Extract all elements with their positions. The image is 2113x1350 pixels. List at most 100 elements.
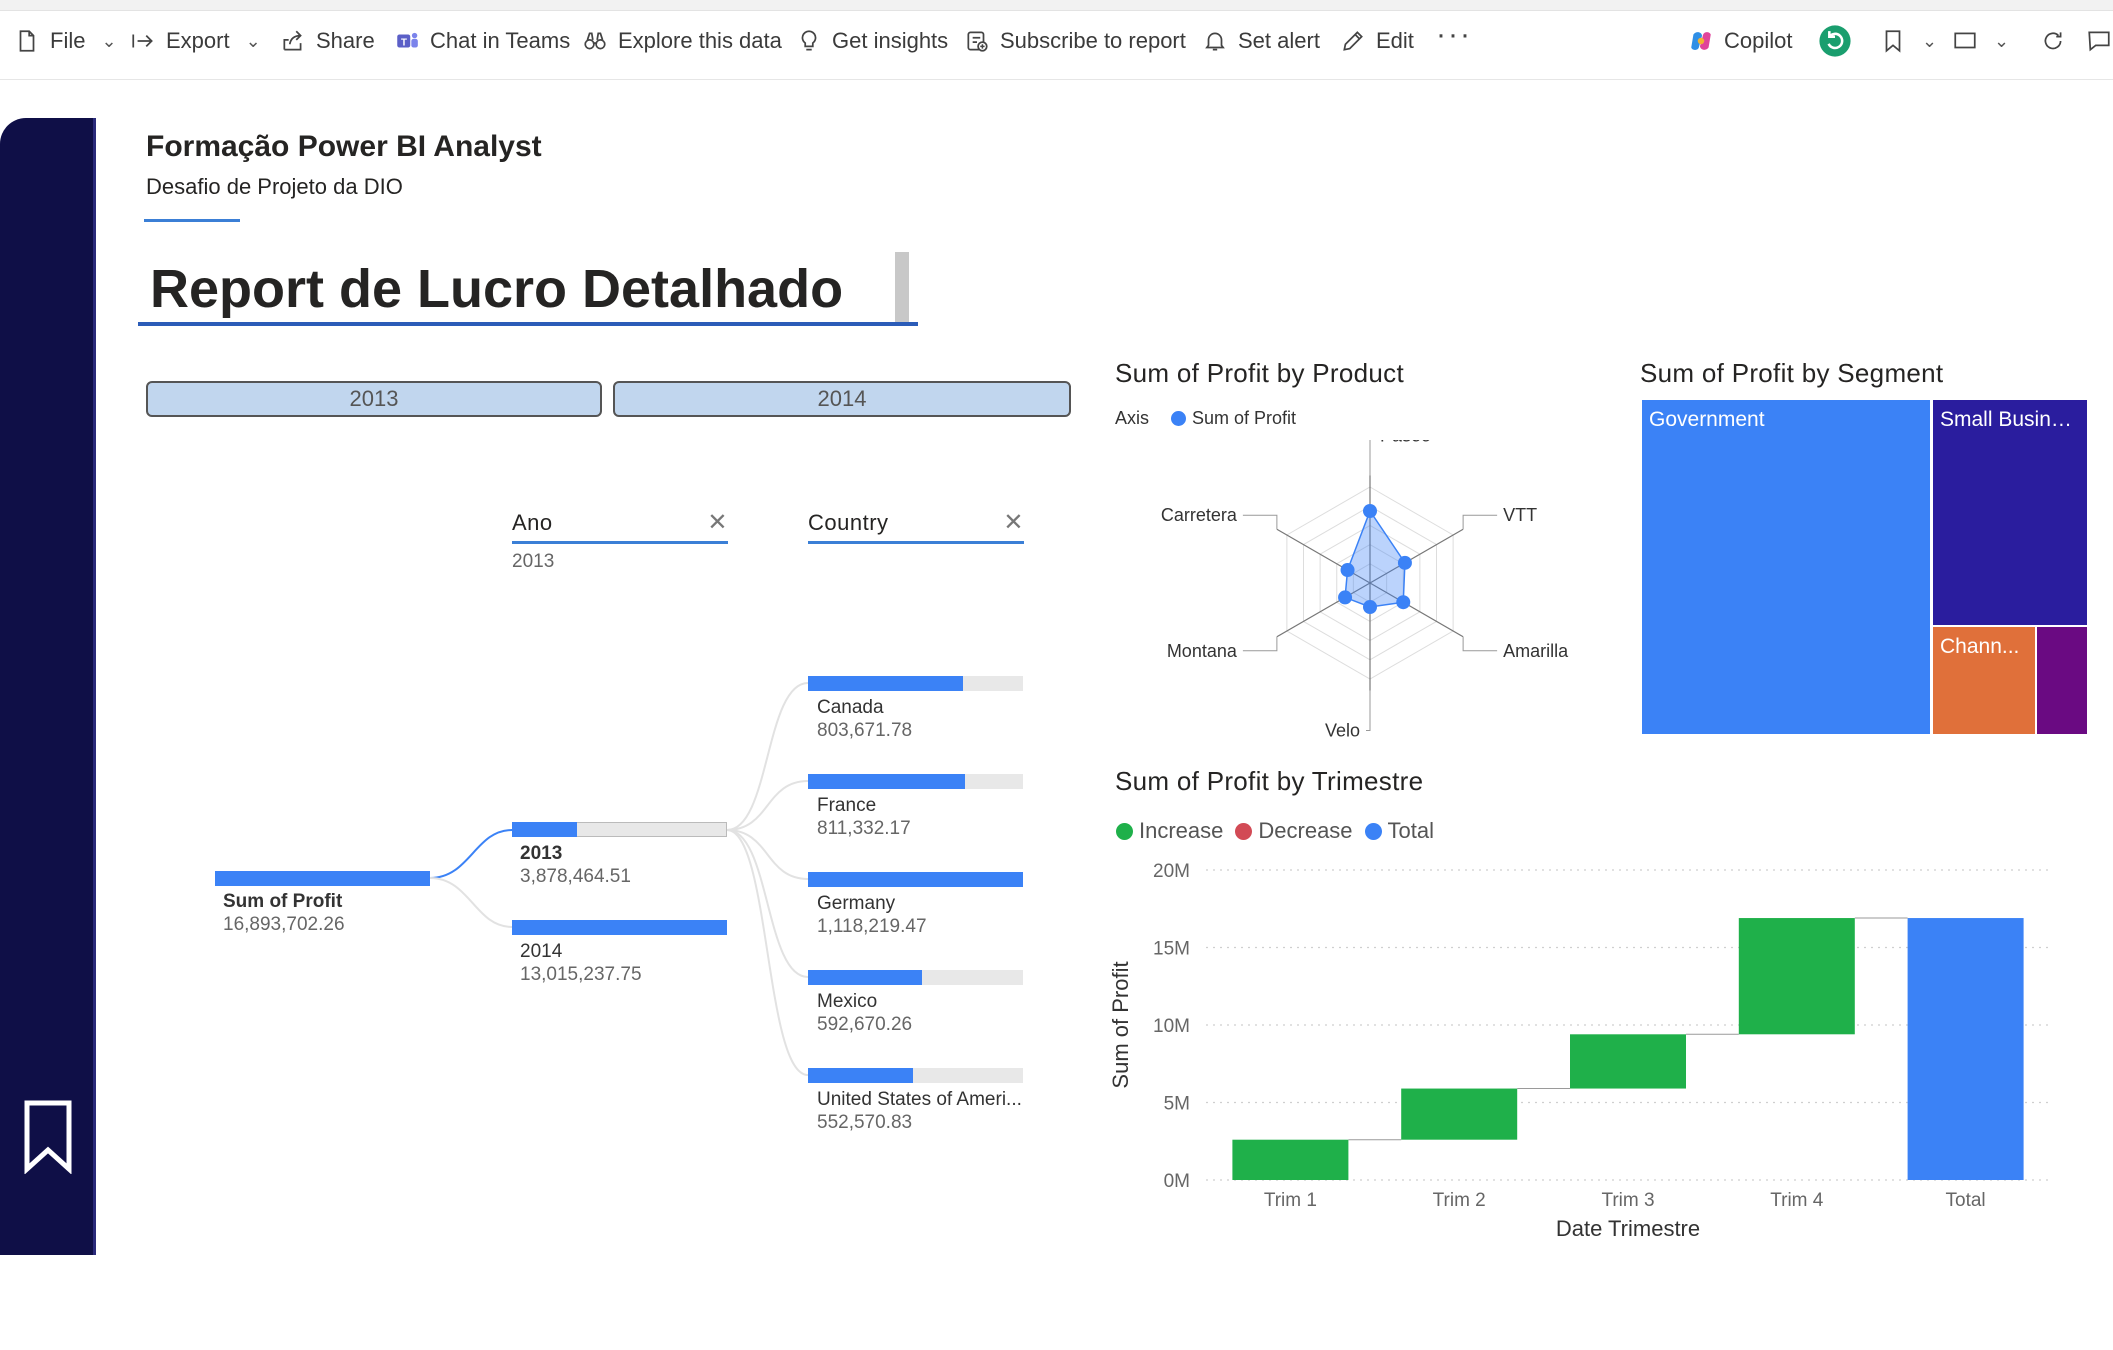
radar-leader-line (1242, 514, 1278, 530)
y-axis-title: Sum of Profit (1110, 961, 1133, 1088)
legend-dot-total (1364, 822, 1382, 840)
radar-leader-line (1462, 636, 1498, 652)
node-label: 2013 (520, 843, 563, 864)
copilot-button[interactable]: Copilot (1688, 25, 1792, 57)
node-bar (512, 822, 577, 837)
legend-axis-label: Axis (1115, 408, 1150, 428)
node-bar (808, 872, 1023, 887)
waterfall-bar (1738, 918, 1855, 1035)
waterfall-chart-title: Sum of Profit by Trimestre (1115, 766, 1424, 796)
node-bar (808, 970, 922, 985)
radar-leader-line (1462, 514, 1498, 530)
root-value: 16,893,702.26 (223, 914, 345, 935)
treemap-cell-other[interactable] (2035, 625, 2089, 736)
radar-axis-label: Carretera (1161, 505, 1238, 525)
bell-icon (1205, 32, 1225, 51)
radar-data-point (1363, 600, 1377, 614)
x-tick-label: Trim 1 (1264, 1190, 1317, 1211)
more-options-button[interactable]: ··· (1436, 18, 1472, 52)
treemap-title: Sum of Profit by Segment (1640, 358, 1944, 388)
node-label: United States of Ameri... (817, 1089, 1022, 1110)
waterfall-bar (1570, 1034, 1686, 1089)
radar-data-point (1340, 563, 1355, 578)
radar-axis-label: VTT (1503, 505, 1537, 525)
node-value: 803,671.78 (817, 720, 913, 741)
y-tick-label: 0M (1164, 1171, 1190, 1192)
radar-legend: Axis Sum of Profit (1115, 408, 1296, 429)
radar-chart-title: Sum of Profit by Product (1115, 358, 1404, 388)
x-tick-label: Trim 3 (1601, 1190, 1654, 1211)
copilot-label: Copilot (1724, 28, 1793, 53)
comments-button[interactable] (2086, 25, 2112, 57)
node-value: 592,670.26 (817, 1014, 913, 1035)
legend-label-decrease[interactable]: Decrease (1258, 818, 1352, 844)
comment-icon (2088, 31, 2110, 52)
y-tick-label: 20M (1153, 861, 1190, 882)
node-bar (808, 1068, 914, 1083)
legend-dot (1171, 411, 1187, 426)
edit-label: Edit (1376, 28, 1414, 53)
x-tick-label: Trim 2 (1433, 1190, 1486, 1211)
node-value: 3,878,464.51 (520, 866, 631, 887)
node-bar (808, 676, 963, 691)
decomposition-tree-connectors (429, 682, 809, 1076)
node-label: 2014 (520, 941, 563, 962)
radar-leader-line (1242, 636, 1278, 652)
treemap-cell-channel[interactable]: Chann... (1931, 625, 2037, 736)
waterfall-chart[interactable]: 0M 5M 10M 15M 20M Trim 1 Trim 2 Trim 3 Trim 4 Tot… (1110, 850, 2110, 1250)
radar-axis-label: Velo (1325, 721, 1360, 740)
refresh-button[interactable] (2040, 25, 2066, 57)
copilot-icon (1691, 32, 1711, 50)
x-tick-label: Trim 4 (1770, 1190, 1824, 1211)
back-arrow-icon[interactable] (18, 1294, 74, 1350)
radar-axis-label: Amarilla (1503, 641, 1569, 661)
x-axis-title: Date Trimestre (1556, 1216, 1700, 1241)
radar-axis-label: Montana (1167, 641, 1238, 661)
refresh-icon (2044, 32, 2062, 50)
radar-axis-label: Paseo (1380, 440, 1431, 445)
legend-label-total[interactable]: Total (1388, 818, 1434, 844)
y-tick-label: 15M (1153, 939, 1190, 960)
bookmark-menu[interactable]: ⌄ (1880, 25, 1937, 57)
node-bar (808, 774, 965, 789)
treemap-cell-government[interactable]: Government (1640, 398, 1932, 736)
view-icon (1954, 32, 1976, 49)
set-alert-label: Set alert (1238, 28, 1320, 53)
radar-series-area (1344, 509, 1406, 608)
y-tick-label: 5M (1164, 1094, 1190, 1115)
waterfall-bar (1232, 1139, 1349, 1180)
edit-button[interactable]: Edit (1340, 25, 1414, 57)
root-label: Sum of Profit (223, 891, 343, 912)
node-value: 13,015,237.75 (520, 964, 642, 985)
pencil-icon (1343, 31, 1363, 51)
view-menu[interactable]: ⌄ (1952, 25, 2009, 57)
legend-dot-increase (1116, 822, 1133, 840)
waterfall-legend: Increase Decrease Total (1116, 818, 1434, 844)
waterfall-bar (1907, 918, 2024, 1180)
radar-data-point (1396, 595, 1411, 610)
radar-leader-line (1369, 440, 1371, 476)
node-value: 1,118,219.47 (817, 916, 927, 937)
set-alert-button[interactable]: Set alert (1202, 25, 1320, 57)
radar-data-point (1363, 504, 1377, 518)
node-label: Germany (817, 893, 896, 914)
legend-label-increase[interactable]: Increase (1139, 818, 1223, 844)
x-tick-label: Total (1946, 1190, 1986, 1211)
node-bar (512, 920, 727, 935)
treemap-cell-small-business[interactable]: Small Busine... (1931, 398, 2089, 627)
node-label: Canada (817, 697, 884, 718)
legend-dot-decrease (1235, 822, 1253, 840)
radar-data-point (1338, 590, 1353, 605)
node-label: France (817, 795, 877, 816)
node-label: Mexico (817, 991, 878, 1012)
legend-series-label[interactable]: Sum of Profit (1192, 408, 1296, 429)
radar-leader-line (1366, 690, 1371, 732)
reset-button[interactable] (1818, 25, 1852, 57)
chevron-down-icon: ⌄ (1922, 30, 1938, 51)
radar-data-point (1397, 555, 1412, 570)
y-tick-label: 10M (1153, 1016, 1190, 1037)
root-bar[interactable] (215, 871, 430, 886)
reset-icon (1819, 25, 1851, 57)
radar-chart[interactable]: Paseo VTT Amarilla Velo Montana Carretera (1110, 440, 1590, 740)
waterfall-bar (1401, 1088, 1518, 1140)
